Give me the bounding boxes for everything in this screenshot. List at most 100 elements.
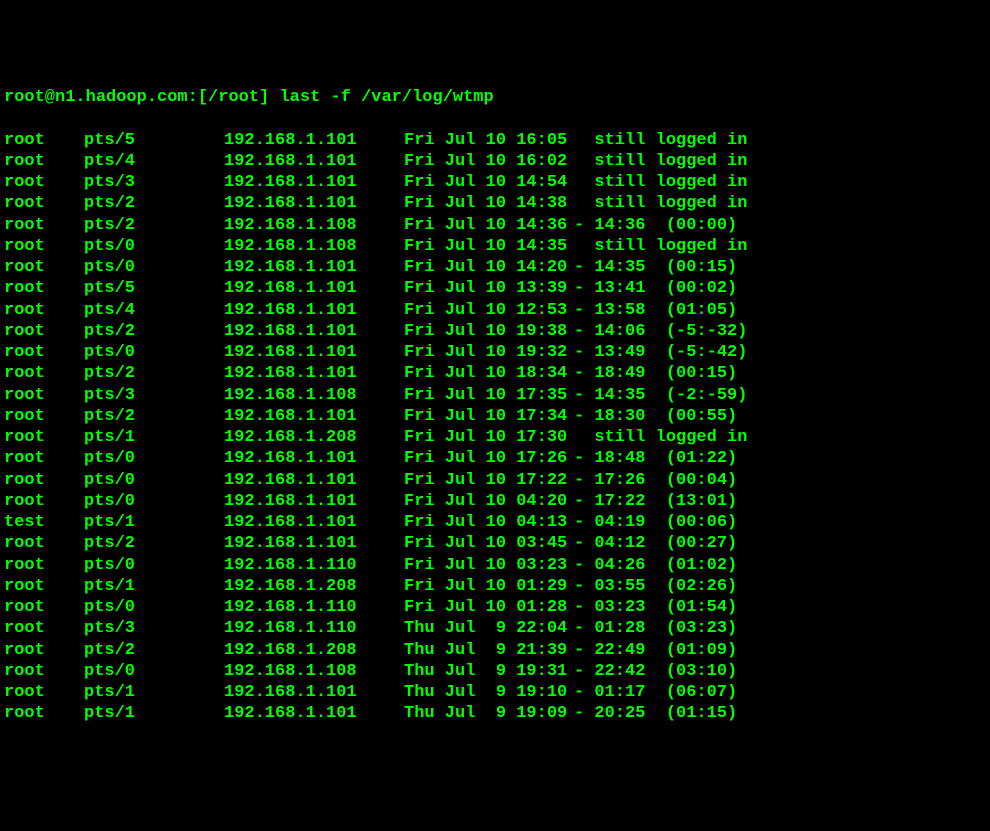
col-tty: pts/2	[84, 193, 224, 214]
col-user: root	[4, 300, 84, 321]
col-tty: pts/3	[84, 385, 224, 406]
col-tty: pts/2	[84, 640, 224, 661]
col-rest: - 13:49 (-5:-42)	[574, 342, 747, 363]
col-date: Fri Jul 10 14:35	[404, 236, 574, 257]
col-user: root	[4, 278, 84, 299]
col-user: root	[4, 385, 84, 406]
col-ip: 192.168.1.101	[224, 491, 404, 512]
col-tty: pts/5	[84, 278, 224, 299]
col-tty: pts/1	[84, 576, 224, 597]
col-rest: still logged in	[574, 427, 747, 448]
col-rest: - 20:25 (01:15)	[574, 703, 737, 724]
col-date: Fri Jul 10 14:54	[404, 172, 574, 193]
col-user: root	[4, 661, 84, 682]
col-date: Fri Jul 10 03:23	[404, 555, 574, 576]
col-rest: still logged in	[574, 236, 747, 257]
terminal-output: rootpts/5192.168.1.101Fri Jul 10 16:05 s…	[4, 130, 986, 725]
col-rest: still logged in	[574, 172, 747, 193]
col-ip: 192.168.1.110	[224, 597, 404, 618]
col-date: Fri Jul 10 14:36	[404, 215, 574, 236]
col-tty: pts/1	[84, 512, 224, 533]
col-rest: - 18:48 (01:22)	[574, 448, 737, 469]
col-tty: pts/3	[84, 618, 224, 639]
col-ip: 192.168.1.101	[224, 257, 404, 278]
output-row: rootpts/2192.168.1.101Fri Jul 10 18:34- …	[4, 363, 986, 384]
output-row: rootpts/0192.168.1.101Fri Jul 10 17:22- …	[4, 470, 986, 491]
col-ip: 192.168.1.110	[224, 555, 404, 576]
output-row: rootpts/1192.168.1.208Fri Jul 10 01:29- …	[4, 576, 986, 597]
prompt-line[interactable]: root@n1.hadoop.com:[/root] last -f /var/…	[4, 87, 986, 108]
output-row: rootpts/3192.168.1.110Thu Jul 9 22:04- 0…	[4, 618, 986, 639]
col-date: Fri Jul 10 12:53	[404, 300, 574, 321]
col-user: root	[4, 130, 84, 151]
output-row: rootpts/2192.168.1.101Fri Jul 10 17:34- …	[4, 406, 986, 427]
col-user: test	[4, 512, 84, 533]
col-user: root	[4, 470, 84, 491]
col-user: root	[4, 427, 84, 448]
output-row: rootpts/0192.168.1.101Fri Jul 10 04:20- …	[4, 491, 986, 512]
prompt-path: [/root]	[198, 88, 269, 107]
col-rest: - 14:35 (00:15)	[574, 257, 737, 278]
col-user: root	[4, 151, 84, 172]
col-tty: pts/2	[84, 406, 224, 427]
col-rest: still logged in	[574, 130, 747, 151]
col-date: Fri Jul 10 18:34	[404, 363, 574, 384]
col-tty: pts/1	[84, 682, 224, 703]
output-row: rootpts/2192.168.1.101Fri Jul 10 03:45- …	[4, 533, 986, 554]
col-date: Fri Jul 10 01:29	[404, 576, 574, 597]
output-row: rootpts/2192.168.1.101Fri Jul 10 14:38 s…	[4, 193, 986, 214]
col-ip: 192.168.1.101	[224, 130, 404, 151]
col-user: root	[4, 555, 84, 576]
col-date: Fri Jul 10 17:26	[404, 448, 574, 469]
col-user: root	[4, 448, 84, 469]
col-ip: 192.168.1.101	[224, 448, 404, 469]
output-row: rootpts/1192.168.1.101Thu Jul 9 19:10- 0…	[4, 682, 986, 703]
col-rest: - 04:19 (00:06)	[574, 512, 737, 533]
col-date: Fri Jul 10 14:38	[404, 193, 574, 214]
prompt-userhost: root@n1.hadoop.com	[4, 88, 188, 107]
output-row: rootpts/4192.168.1.101Fri Jul 10 16:02 s…	[4, 151, 986, 172]
col-ip: 192.168.1.208	[224, 576, 404, 597]
col-rest: - 22:49 (01:09)	[574, 640, 737, 661]
col-date: Thu Jul 9 19:31	[404, 661, 574, 682]
output-row: testpts/1192.168.1.101Fri Jul 10 04:13- …	[4, 512, 986, 533]
col-ip: 192.168.1.108	[224, 236, 404, 257]
col-rest: still logged in	[574, 193, 747, 214]
col-date: Fri Jul 10 16:05	[404, 130, 574, 151]
output-row: rootpts/4192.168.1.101Fri Jul 10 12:53- …	[4, 300, 986, 321]
col-user: root	[4, 576, 84, 597]
output-row: rootpts/0192.168.1.101Fri Jul 10 19:32- …	[4, 342, 986, 363]
col-tty: pts/1	[84, 427, 224, 448]
col-user: root	[4, 597, 84, 618]
col-rest: - 22:42 (03:10)	[574, 661, 737, 682]
col-date: Fri Jul 10 17:30	[404, 427, 574, 448]
col-ip: 192.168.1.101	[224, 172, 404, 193]
col-tty: pts/0	[84, 257, 224, 278]
col-rest: - 18:30 (00:55)	[574, 406, 737, 427]
output-row: rootpts/1192.168.1.208Fri Jul 10 17:30 s…	[4, 427, 986, 448]
output-row: rootpts/0192.168.1.110Fri Jul 10 03:23- …	[4, 555, 986, 576]
col-rest: still logged in	[574, 151, 747, 172]
col-date: Thu Jul 9 19:09	[404, 703, 574, 724]
col-rest: - 01:28 (03:23)	[574, 618, 737, 639]
col-user: root	[4, 406, 84, 427]
output-row: rootpts/0192.168.1.101Fri Jul 10 14:20- …	[4, 257, 986, 278]
col-ip: 192.168.1.101	[224, 406, 404, 427]
col-date: Fri Jul 10 17:34	[404, 406, 574, 427]
col-ip: 192.168.1.110	[224, 618, 404, 639]
col-rest: - 13:41 (00:02)	[574, 278, 737, 299]
col-date: Fri Jul 10 03:45	[404, 533, 574, 554]
col-ip: 192.168.1.101	[224, 703, 404, 724]
col-date: Fri Jul 10 04:20	[404, 491, 574, 512]
col-ip: 192.168.1.108	[224, 385, 404, 406]
col-ip: 192.168.1.101	[224, 193, 404, 214]
col-tty: pts/1	[84, 703, 224, 724]
col-tty: pts/0	[84, 661, 224, 682]
output-row: rootpts/5192.168.1.101Fri Jul 10 16:05 s…	[4, 130, 986, 151]
prompt-command: last -f /var/log/wtmp	[279, 88, 493, 107]
col-user: root	[4, 342, 84, 363]
output-row: rootpts/1192.168.1.101Thu Jul 9 19:09- 2…	[4, 703, 986, 724]
col-tty: pts/2	[84, 215, 224, 236]
col-tty: pts/4	[84, 300, 224, 321]
output-row: rootpts/0192.168.1.108Thu Jul 9 19:31- 2…	[4, 661, 986, 682]
